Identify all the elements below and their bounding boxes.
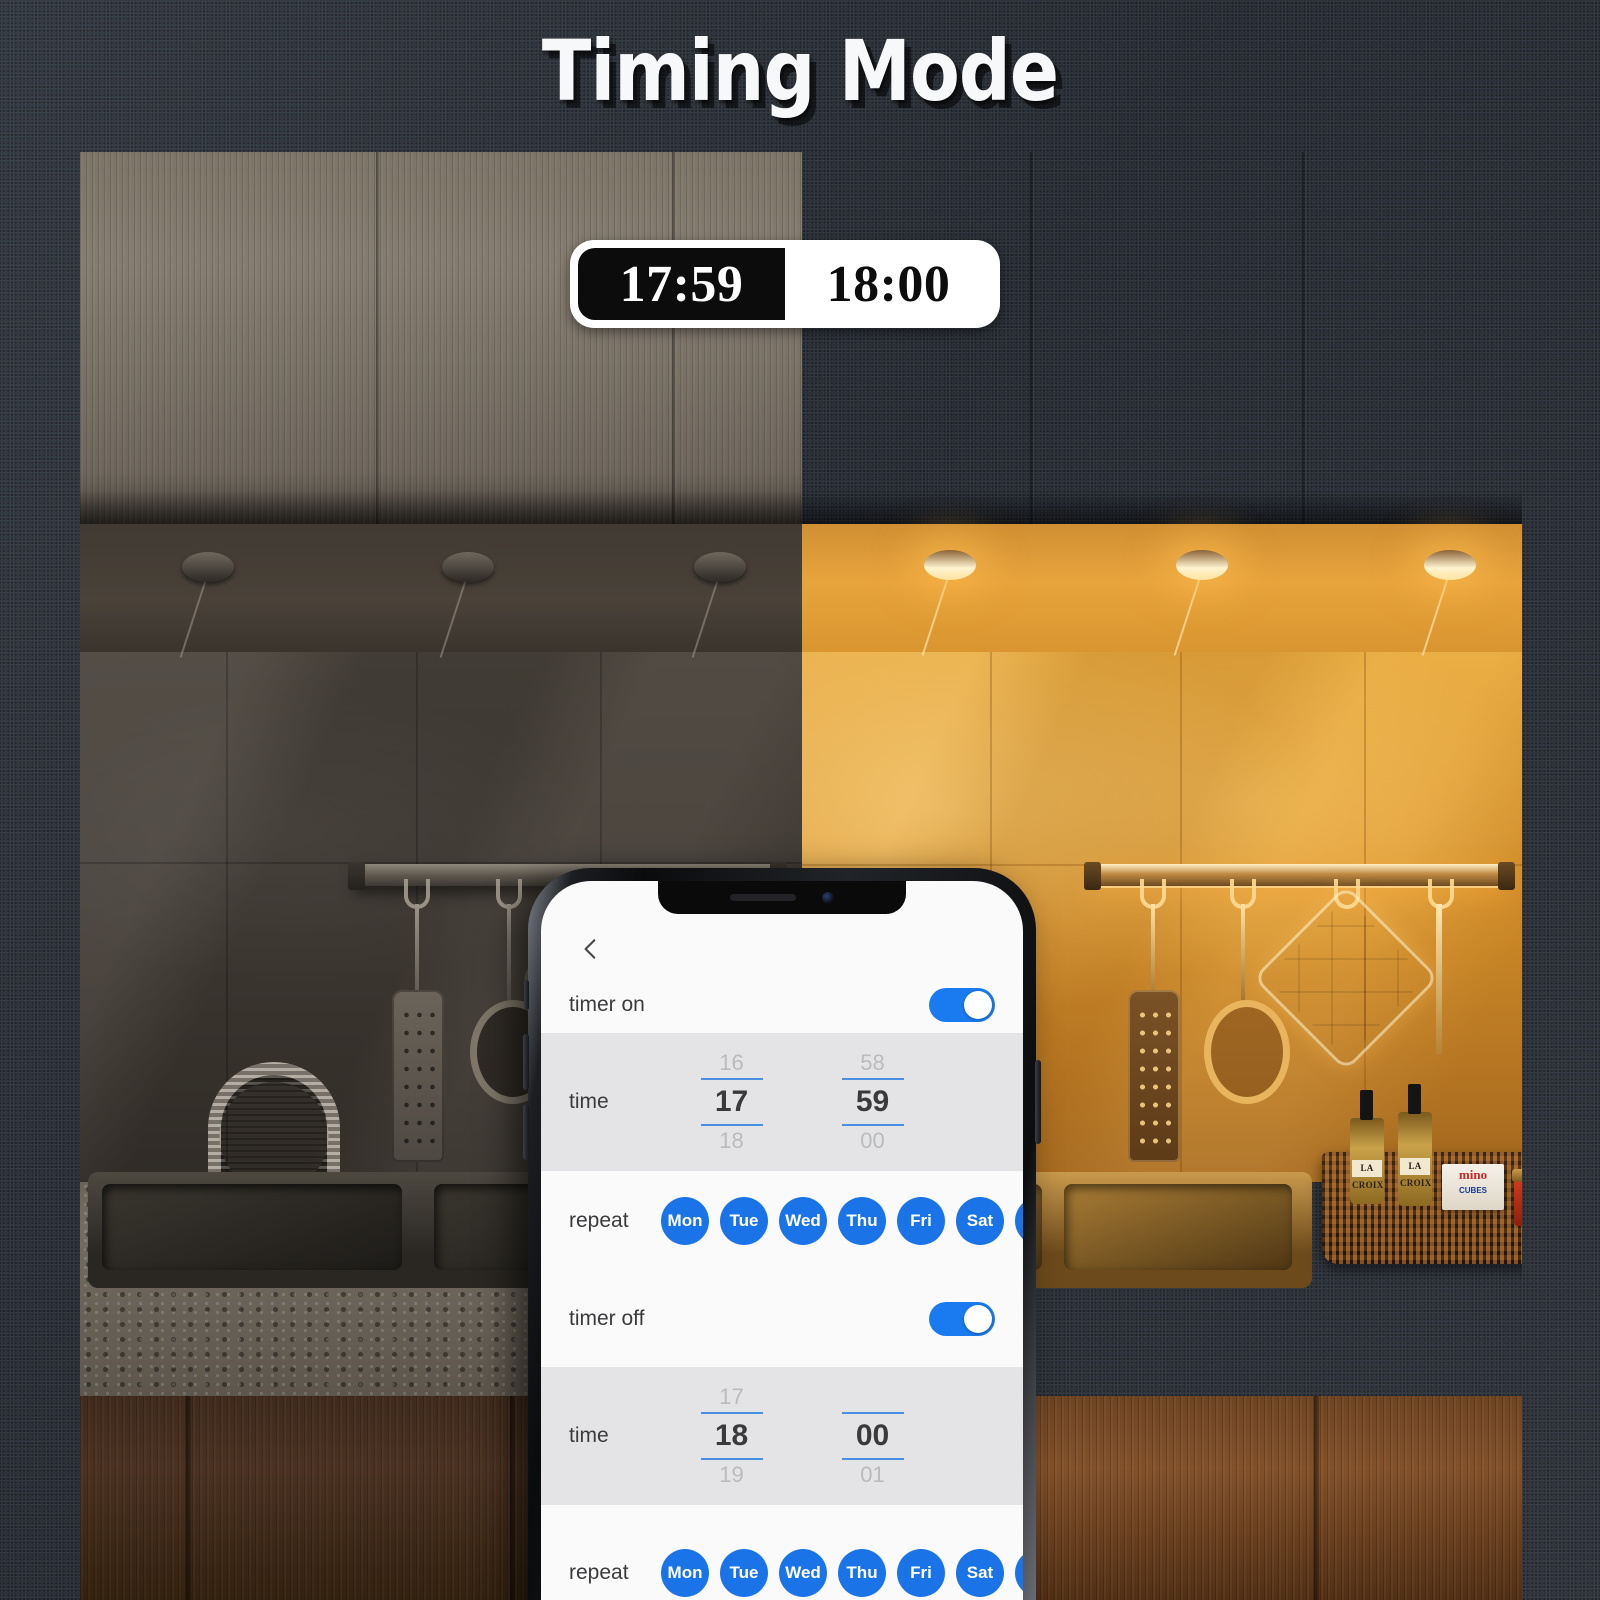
puck-light-off-1	[182, 552, 234, 582]
phone-notch	[658, 881, 906, 914]
timer-off-time-picker[interactable]: time 17 18 19 00 01	[541, 1367, 1023, 1505]
minute-prev	[831, 1382, 915, 1412]
timer-off-toggle[interactable]	[929, 1302, 995, 1336]
day-chip-wed[interactable]: Wed	[779, 1197, 827, 1245]
strainer-lit	[1204, 1000, 1290, 1104]
sugar-brand-text: mino	[1458, 1167, 1488, 1182]
day-chip-thu[interactable]: Thu	[838, 1197, 886, 1245]
timer-on-time-label: time	[569, 1090, 609, 1113]
hour-next: 18	[719, 1128, 744, 1153]
day-chip-sat[interactable]: Sat	[956, 1197, 1004, 1245]
red-jar	[1512, 1169, 1522, 1226]
puck-light-on-1	[924, 550, 976, 580]
puck-light-on-3	[1424, 550, 1476, 580]
day-chip-tue[interactable]: Tue	[720, 1197, 768, 1245]
timer-on-row[interactable]: timer on	[541, 977, 1023, 1033]
upper-cabinets-lit	[802, 152, 1522, 524]
minute-selected: 59	[855, 1085, 890, 1118]
timer-on-repeat-label: repeat	[569, 1209, 629, 1232]
volume-down-button[interactable]	[523, 1104, 529, 1160]
earpiece-speaker	[730, 894, 796, 901]
timer-on-day-chips: Mon Tue Wed Thu Fri Sat Sun	[661, 1197, 1023, 1245]
timer-off-hour-column[interactable]: 17 18 19	[690, 1382, 774, 1490]
puck-light-off-2	[442, 552, 494, 582]
minute-selected: 00	[855, 1419, 890, 1452]
timer-off-label: timer off	[569, 1307, 645, 1330]
bottle-label-1: LA CROIX	[1352, 1160, 1383, 1190]
timer-on-time-picker[interactable]: time 16 17 18 58 59 00	[541, 1033, 1023, 1171]
day-chip-sat[interactable]: Sat	[956, 1549, 1004, 1597]
power-button[interactable]	[1035, 1060, 1041, 1144]
silent-switch[interactable]	[524, 980, 529, 1010]
timer-off-minute-column[interactable]: 00 01	[831, 1382, 915, 1490]
toggle-knob	[964, 1305, 992, 1333]
timer-off-row[interactable]: timer off	[541, 1271, 1023, 1367]
bottle-2: LA CROIX	[1398, 1084, 1432, 1206]
day-chip-mon[interactable]: Mon	[661, 1197, 709, 1245]
hour-prev: 17	[719, 1384, 744, 1409]
ceiling-soffit-lit	[802, 524, 1522, 652]
front-camera	[822, 891, 834, 904]
day-chip-fri[interactable]: Fri	[897, 1549, 945, 1597]
day-chip-tue[interactable]: Tue	[720, 1549, 768, 1597]
hour-selected: 18	[714, 1419, 749, 1452]
grater-lit	[1128, 990, 1180, 1162]
back-button[interactable]	[571, 929, 611, 969]
time-comparison-badge: 17:59 18:00	[570, 240, 1000, 328]
grater-dark	[392, 990, 444, 1162]
phone-mockup: timer on time 16 17 18 58 59 00 repeat M…	[523, 868, 1041, 1600]
day-chip-thu[interactable]: Thu	[838, 1549, 886, 1597]
volume-up-button[interactable]	[523, 1034, 529, 1090]
hour-prev: 16	[719, 1050, 744, 1075]
page-title: Timing Mode	[541, 22, 1059, 120]
bottle-label-2: LA CROIX	[1400, 1158, 1431, 1188]
puck-light-off-3	[694, 552, 746, 582]
day-chip-fri[interactable]: Fri	[897, 1197, 945, 1245]
day-chip-sun[interactable]: Sun	[1015, 1549, 1023, 1597]
minute-next: 00	[860, 1128, 885, 1153]
timer-on-toggle[interactable]	[929, 988, 995, 1022]
hour-next: 19	[719, 1462, 744, 1487]
app-screen: timer on time 16 17 18 58 59 00 repeat M…	[541, 881, 1023, 1600]
day-chip-wed[interactable]: Wed	[779, 1549, 827, 1597]
day-chip-mon[interactable]: Mon	[661, 1549, 709, 1597]
bottle-1: LA CROIX	[1350, 1090, 1384, 1204]
time-after-label: 18:00	[785, 248, 992, 320]
sugar-cubes-box: mino CUBES	[1442, 1164, 1504, 1210]
timer-on-minute-column[interactable]: 58 59 00	[831, 1048, 915, 1156]
time-before-label: 17:59	[578, 248, 785, 320]
upper-cabinets-dark	[80, 152, 802, 524]
timer-off-time-label: time	[569, 1424, 609, 1447]
puck-light-on-2	[1176, 550, 1228, 580]
minute-prev: 58	[860, 1050, 885, 1075]
minute-next: 01	[860, 1462, 885, 1487]
ladle-lit	[1436, 904, 1442, 1054]
timer-on-repeat-row[interactable]: repeat Mon Tue Wed Thu Fri Sat Sun	[541, 1171, 1023, 1271]
day-chip-sun[interactable]: Sun	[1015, 1197, 1023, 1245]
timer-off-repeat-label: repeat	[569, 1561, 629, 1584]
timer-off-repeat-row[interactable]: repeat Mon Tue Wed Thu Fri Sat Sun	[541, 1505, 1023, 1600]
hour-selected: 17	[714, 1085, 749, 1118]
timer-off-day-chips: Mon Tue Wed Thu Fri Sat Sun	[661, 1549, 1023, 1597]
timer-on-label: timer on	[569, 993, 645, 1016]
timer-on-hour-column[interactable]: 16 17 18	[690, 1048, 774, 1156]
chevron-left-icon	[584, 939, 596, 959]
sugar-sub-text: CUBES	[1458, 1186, 1487, 1195]
toggle-knob	[964, 991, 992, 1019]
